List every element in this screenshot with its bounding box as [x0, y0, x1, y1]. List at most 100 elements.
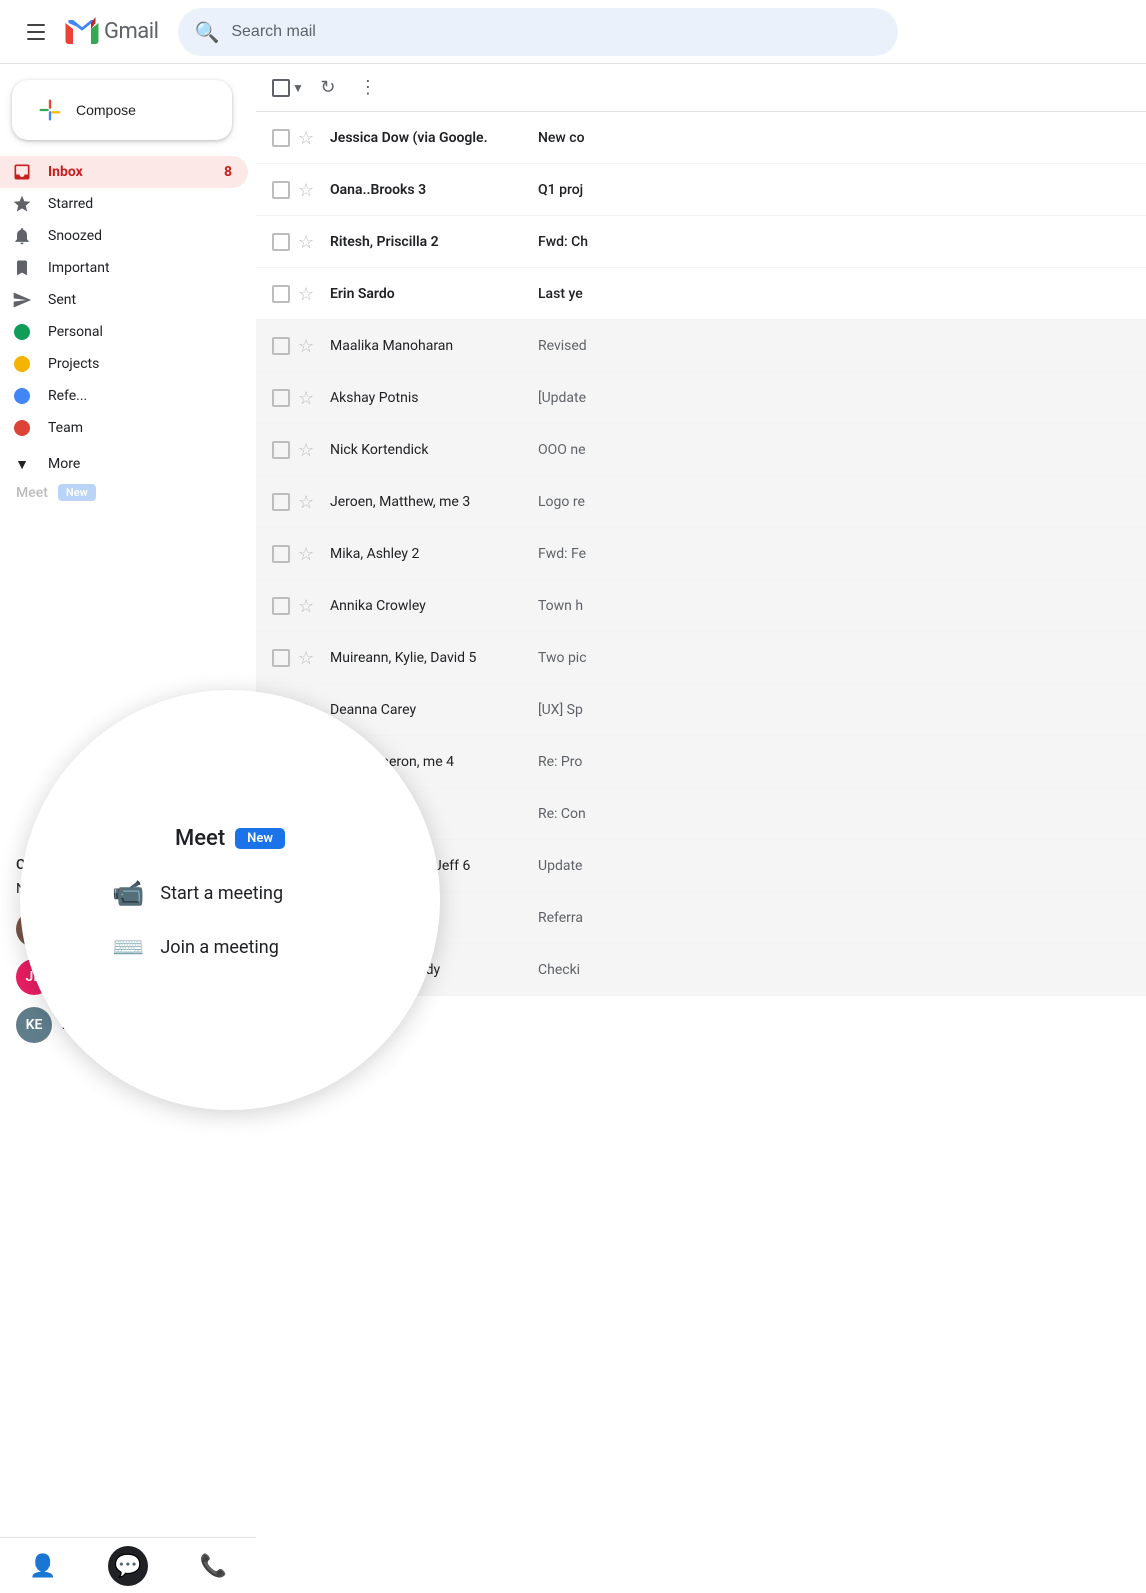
email-row[interactable]: ☆ Annika Crowley Town h — [256, 580, 1146, 632]
email-sender: Nick Kortendick — [330, 442, 530, 458]
meet-circle-popup: Meet New 📹 Start a meeting ⌨️ Join a mee… — [20, 690, 440, 1110]
compose-button[interactable]: Compose — [12, 80, 232, 140]
sent-icon — [12, 290, 32, 310]
sidebar-item-team[interactable]: Team — [0, 412, 248, 444]
email-row[interactable]: ☆Erin SardoLast ye — [256, 268, 1146, 320]
sidebar-item-snoozed[interactable]: Snoozed — [0, 220, 248, 252]
meet-popup-new-badge: New — [235, 828, 285, 849]
email-checkbox[interactable] — [272, 389, 290, 407]
email-row[interactable]: ☆Jeroen, Matthew, me 3Logo re — [256, 476, 1146, 528]
email-checkbox[interactable] — [272, 233, 290, 251]
star-icon[interactable]: ☆ — [298, 284, 318, 304]
start-meeting-label: Start a meeting — [160, 883, 283, 904]
email-row[interactable]: ☆Mika, Ashley 2Fwd: Fe — [256, 528, 1146, 580]
email-snippet: [UX] Sp — [538, 702, 1130, 718]
menu-line — [27, 31, 45, 33]
star-icon[interactable]: ☆ — [298, 180, 318, 200]
sidebar-item-reference[interactable]: Refe... — [0, 380, 248, 412]
select-all-arrow[interactable]: ▼ — [292, 81, 304, 95]
email-snippet: Update — [538, 858, 1130, 874]
email-row[interactable]: ☆Akshay Potnis[Update — [256, 372, 1146, 424]
email-snippet: Checki — [538, 962, 1130, 978]
email-checkbox[interactable] — [272, 597, 290, 615]
email-row[interactable]: ☆Ritesh, Priscilla 2Fwd: Ch — [256, 216, 1146, 268]
reference-label: Refe... — [48, 388, 232, 404]
star-icon[interactable]: ☆ — [298, 648, 318, 668]
email-snippet: Re: Pro — [538, 754, 1130, 770]
meet-header: Meet New — [16, 484, 240, 501]
more-options-button[interactable]: ⋮ — [352, 72, 384, 104]
starred-icon — [12, 194, 32, 214]
select-all-checkbox[interactable] — [272, 79, 290, 97]
star-icon[interactable]: ☆ — [298, 544, 318, 564]
star-icon[interactable]: ☆ — [298, 232, 318, 252]
refresh-button[interactable]: ↻ — [312, 72, 344, 104]
star-icon[interactable]: ☆ — [298, 336, 318, 356]
sidebar-item-inbox[interactable]: Inbox 8 — [0, 156, 248, 188]
start-meeting-button[interactable]: 📹 Start a meeting — [80, 867, 380, 921]
email-checkbox[interactable] — [272, 181, 290, 199]
email-sender: Deanna Carey — [330, 702, 530, 718]
phone-nav-button[interactable]: 📞 — [193, 1546, 233, 1586]
email-checkbox[interactable] — [272, 129, 290, 147]
sidebar-item-more[interactable]: ▼ More — [0, 448, 248, 480]
important-icon — [12, 258, 32, 278]
video-camera-icon: 📹 — [112, 879, 144, 909]
email-sender: Akshay Potnis — [330, 390, 530, 406]
join-meeting-button[interactable]: ⌨️ Join a meeting — [80, 921, 380, 975]
starred-label: Starred — [48, 196, 232, 212]
email-checkbox[interactable] — [272, 649, 290, 667]
email-sender: Oana..Brooks 3 — [330, 182, 530, 198]
team-label: Team — [48, 420, 232, 436]
email-row[interactable]: ☆Nick KortendickOOO ne — [256, 424, 1146, 476]
email-snippet: Town h — [538, 598, 1130, 614]
email-row[interactable]: ☆Maalika ManoharanRevised — [256, 320, 1146, 372]
sidebar-item-personal[interactable]: Personal — [0, 316, 248, 348]
search-bar[interactable]: 🔍 — [178, 8, 898, 56]
toolbar: ▼ ↻ ⋮ — [256, 64, 1146, 112]
email-sender: Jessica Dow (via Google. — [330, 130, 530, 146]
projects-icon — [12, 354, 32, 374]
menu-line — [27, 24, 45, 26]
important-label: Important — [48, 260, 232, 276]
email-checkbox[interactable] — [272, 545, 290, 563]
email-row[interactable]: ☆Muireann, Kylie, David 5Two pic — [256, 632, 1146, 684]
star-icon[interactable]: ☆ — [298, 440, 318, 460]
email-snippet: Revised — [538, 338, 1130, 354]
email-sender: Annika Crowley — [330, 598, 530, 614]
menu-button[interactable] — [16, 12, 56, 52]
email-row[interactable]: ☆ Jessica Dow (via Google. New co — [256, 112, 1146, 164]
contacts-nav-button[interactable]: 👤 — [23, 1546, 63, 1586]
search-input[interactable] — [231, 23, 882, 41]
star-icon[interactable]: ☆ — [298, 128, 318, 148]
email-checkbox[interactable] — [272, 441, 290, 459]
bottom-nav: 👤 💬 📞 — [0, 1537, 256, 1593]
sidebar-item-important[interactable]: Important — [0, 252, 248, 284]
sidebar-item-projects[interactable]: Projects — [0, 348, 248, 380]
email-row[interactable]: ☆Deanna Carey[UX] Sp — [256, 684, 1146, 736]
email-checkbox[interactable] — [272, 285, 290, 303]
email-sender: Jeroen, Matthew, me 3 — [330, 494, 530, 510]
personal-icon — [12, 322, 32, 342]
email-snippet: Fwd: Ch — [538, 234, 1130, 250]
star-icon[interactable]: ☆ — [298, 492, 318, 512]
email-sender: Erin Sardo — [330, 286, 530, 302]
sent-label: Sent — [48, 292, 232, 308]
star-icon[interactable]: ☆ — [298, 388, 318, 408]
email-snippet: Fwd: Fe — [538, 546, 1130, 562]
meet-new-badge: New — [58, 484, 96, 501]
inbox-icon — [12, 162, 32, 182]
header: Gmail 🔍 — [0, 0, 1146, 64]
snoozed-icon — [12, 226, 32, 246]
star-icon[interactable]: ☆ — [298, 596, 318, 616]
chat-nav-button[interactable]: 💬 — [108, 1546, 148, 1586]
email-snippet: New co — [538, 130, 1130, 146]
email-row[interactable]: ☆Oana..Brooks 3Q1 proj — [256, 164, 1146, 216]
keyboard-icon: ⌨️ — [112, 933, 144, 963]
email-snippet: Referra — [538, 910, 1130, 926]
sidebar-item-starred[interactable]: Starred — [0, 188, 248, 220]
email-checkbox[interactable] — [272, 493, 290, 511]
email-checkbox[interactable] — [272, 337, 290, 355]
inbox-label: Inbox — [48, 164, 208, 180]
sidebar-item-sent[interactable]: Sent — [0, 284, 248, 316]
